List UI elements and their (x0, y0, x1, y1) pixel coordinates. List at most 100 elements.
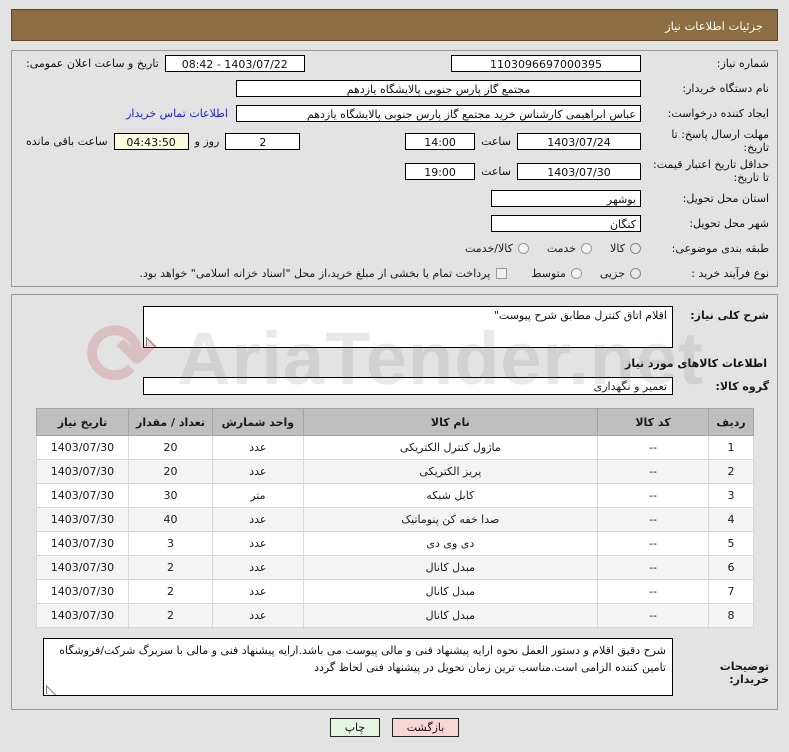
treasury-checkbox-item[interactable]: پرداخت تمام یا بخشی از مبلغ خرید،از محل … (140, 267, 508, 280)
category-label: طبقه بندی موضوعی: (671, 242, 769, 255)
cell-code: -- (596, 555, 710, 580)
category-radio-group: کالا خدمت کالا/خدمت (447, 242, 641, 255)
footer-actions: بازگشت چاپ (0, 718, 789, 747)
deadline-label: مهلت ارسال پاسخ: تا تاریخ: (671, 128, 769, 154)
category-option-kala-khedmat[interactable]: کالا/خدمت (465, 242, 529, 255)
cell-name: دی وی دی (303, 531, 598, 556)
cell-name: کابل شبکه (303, 483, 598, 508)
print-button[interactable]: چاپ (329, 718, 381, 737)
radio-icon[interactable] (630, 243, 641, 254)
public-announce-label: تاریخ و ساعت اعلان عمومی: (26, 57, 159, 70)
cell-code: -- (596, 579, 710, 604)
cell-qty: 3 (128, 531, 213, 556)
radio-icon[interactable] (581, 243, 593, 254)
city-label: شهر محل تحویل: (689, 217, 769, 230)
cell-name: مبدل کانال (303, 579, 598, 604)
cell-code: -- (596, 483, 710, 508)
cell-code: -- (596, 531, 710, 556)
cell-qty: 2 (128, 603, 213, 628)
back-button[interactable]: بازگشت (391, 718, 460, 737)
cell-date: 1403/07/30 (35, 555, 130, 580)
cell-unit: عدد (211, 459, 305, 484)
items-table: ردیف کد کالا نام کالا واحد شمارش تعداد /… (35, 408, 754, 628)
description-label: شرح کلی نیاز: (690, 309, 769, 322)
cell-date: 1403/07/30 (35, 507, 130, 532)
table-row: 2 -- پریز الکتریکی عدد 20 1403/07/30 (35, 459, 754, 484)
process-option-jozi[interactable]: جزیی (600, 267, 641, 280)
resize-grip-icon[interactable] (46, 685, 56, 695)
row-need-number: شماره نیاز: 1103096697000395 1403/07/22 … (12, 51, 777, 76)
cell-date: 1403/07/30 (35, 483, 130, 508)
items-table-head: ردیف کد کالا نام کالا واحد شمارش تعداد /… (35, 408, 754, 436)
cell-date: 1403/07/30 (35, 435, 130, 460)
province-label: استان محل تحویل: (682, 192, 769, 205)
cell-index: 8 (708, 603, 754, 628)
row-goods-group: گروه کالا: تعمیر و نگهداری (12, 374, 777, 399)
th-index: ردیف (708, 408, 754, 436)
cell-index: 2 (708, 459, 754, 484)
buyer-org-value: مجتمع گاز پارس جنوبی پالایشگاه یازدهم (236, 80, 641, 97)
need-info-panel: شماره نیاز: 1103096697000395 1403/07/22 … (11, 50, 778, 287)
row-creator: ایجاد کننده درخواست: عباس ابراهیمی کارشن… (12, 101, 777, 126)
checkbox-icon[interactable] (496, 268, 508, 279)
cell-code: -- (596, 507, 710, 532)
header-bar-wrap: جزئیات اطلاعات نیاز (0, 0, 789, 41)
radio-icon[interactable] (517, 243, 529, 254)
radio-icon[interactable] (630, 268, 641, 279)
table-row: 6 -- مبدل کانال عدد 2 1403/07/30 (35, 555, 754, 580)
row-response-deadline: مهلت ارسال پاسخ: تا تاریخ: 1403/07/24 سا… (12, 126, 777, 156)
public-announce-value: 1403/07/22 - 08:42 (164, 55, 305, 72)
cell-name: ماژول کنترل الکتریکی (303, 435, 598, 460)
row-category: طبقه بندی موضوعی: کالا خدمت کالا/خدمت (12, 236, 777, 261)
province-value: بوشهر (491, 190, 641, 207)
table-row: 7 -- مبدل کانال عدد 2 1403/07/30 (35, 579, 754, 604)
th-qty: تعداد / مقدار (128, 408, 213, 436)
buyer-notes-textarea[interactable]: شرح دقیق اقلام و دستور العمل نحوه ارایه … (43, 638, 673, 696)
category-option-kala[interactable]: کالا (610, 242, 641, 255)
items-table-body: 1 -- ماژول کنترل الکتریکی عدد 20 1403/07/30 2-… (35, 435, 754, 628)
cell-qty: 20 (128, 459, 213, 484)
radio-icon[interactable] (570, 268, 582, 279)
cell-date: 1403/07/30 (35, 579, 130, 604)
buyer-notes-label: توضیحات خریدار: (719, 660, 769, 686)
cell-qty: 20 (128, 435, 213, 460)
need-number-label: شماره نیاز: (716, 57, 769, 70)
cell-name: مبدل کانال (303, 555, 598, 580)
cell-unit: متر (211, 483, 305, 508)
table-row: 1 -- ماژول کنترل الکتریکی عدد 20 1403/07/30 (35, 435, 754, 460)
remaining-suffix-label: ساعت باقی مانده (26, 134, 108, 148)
cell-name: پریز الکتریکی (303, 459, 598, 484)
need-number-value: 1103096697000395 (451, 55, 641, 72)
process-option-motevaset[interactable]: متوسط (531, 267, 582, 280)
buyer-org-label: نام دستگاه خریدار: (682, 82, 769, 95)
cell-unit: عدد (211, 603, 305, 628)
table-row: 4 -- صدا خفه کن پنوماتیک عدد 40 1403/07/30 (35, 507, 754, 532)
cell-name: صدا خفه کن پنوماتیک (303, 507, 598, 532)
table-row: 8 -- مبدل کانال عدد 2 1403/07/30 (35, 603, 754, 628)
cell-unit: عدد (211, 435, 305, 460)
price-validity-date-value: 1403/07/30 (517, 162, 641, 180)
page-title: جزئیات اطلاعات نیاز (11, 9, 778, 41)
resize-grip-icon[interactable] (146, 337, 156, 347)
row-city: شهر محل تحویل: کنگان (12, 211, 777, 236)
deadline-hour-label: ساعت (481, 134, 511, 148)
goods-section-title: اطلاعات کالاهای مورد نیاز (625, 357, 767, 370)
buyer-contact-link[interactable]: اطلاعات تماس خریدار (118, 107, 236, 120)
cell-date: 1403/07/30 (35, 459, 130, 484)
process-option-motevaset-label: متوسط (531, 267, 566, 280)
cell-unit: عدد (211, 555, 305, 580)
process-option-jozi-label: جزیی (599, 267, 625, 280)
cell-code: -- (596, 603, 710, 628)
cell-date: 1403/07/30 (35, 531, 130, 556)
category-option-khedmat[interactable]: خدمت (547, 242, 593, 255)
remaining-days-value: 2 (225, 132, 301, 150)
cell-unit: عدد (211, 579, 305, 604)
cell-code: -- (596, 435, 710, 460)
items-table-wrap: ردیف کد کالا نام کالا واحد شمارش تعداد /… (12, 399, 777, 628)
cell-code: -- (596, 459, 710, 484)
description-textarea[interactable]: اقلام اتاق کنترل مطابق شرح پیوست" (143, 306, 673, 348)
row-buyer-org: نام دستگاه خریدار: مجتمع گاز پارس جنوبی … (12, 76, 777, 101)
category-option-kala-label: کالا (610, 242, 625, 255)
deadline-date-value: 1403/07/24 (517, 132, 641, 150)
th-code: کد کالا (596, 408, 710, 436)
